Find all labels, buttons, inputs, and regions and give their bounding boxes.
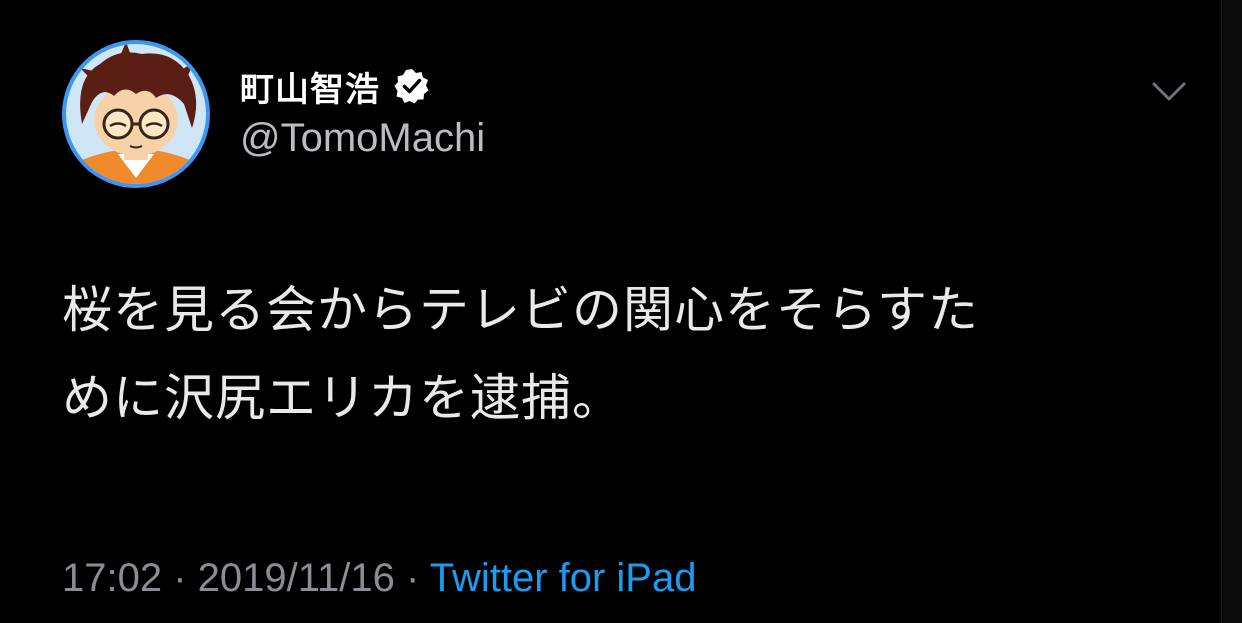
- avatar[interactable]: [60, 38, 212, 190]
- user-handle[interactable]: @TomoMachi: [240, 116, 485, 161]
- tweet-text-line-1: 桜を見る会からテレビの関心をそらすた: [62, 281, 979, 339]
- tweet-text: 桜を見る会からテレビの関心をそらすた めに沢尻エリカを逮捕。: [62, 266, 1192, 442]
- tweet-header: 町山智浩 @TomoMachi: [240, 62, 485, 161]
- scrollbar-track: [1221, 0, 1242, 623]
- tweet-date[interactable]: 2019/11/16: [198, 556, 395, 600]
- meta-separator: ·: [162, 556, 198, 600]
- verified-badge-icon: [394, 69, 429, 104]
- tweet-text-line-2: めに沢尻エリカを逮捕。: [62, 369, 623, 427]
- name-row: 町山智浩: [240, 62, 485, 110]
- tweet-time[interactable]: 17:02: [62, 556, 162, 600]
- meta-separator: ·: [394, 556, 430, 600]
- display-name[interactable]: 町山智浩: [240, 62, 380, 111]
- tweet-source-link[interactable]: Twitter for iPad: [430, 556, 697, 600]
- tweet-card: 町山智浩 @TomoMachi 桜を見る会からテレビの関心をそらすた めに沢尻エリ…: [0, 0, 1242, 623]
- tweet-meta: 17:02 · 2019/11/16 · Twitter for iPad: [62, 556, 696, 601]
- chevron-down-icon[interactable]: [1151, 80, 1187, 104]
